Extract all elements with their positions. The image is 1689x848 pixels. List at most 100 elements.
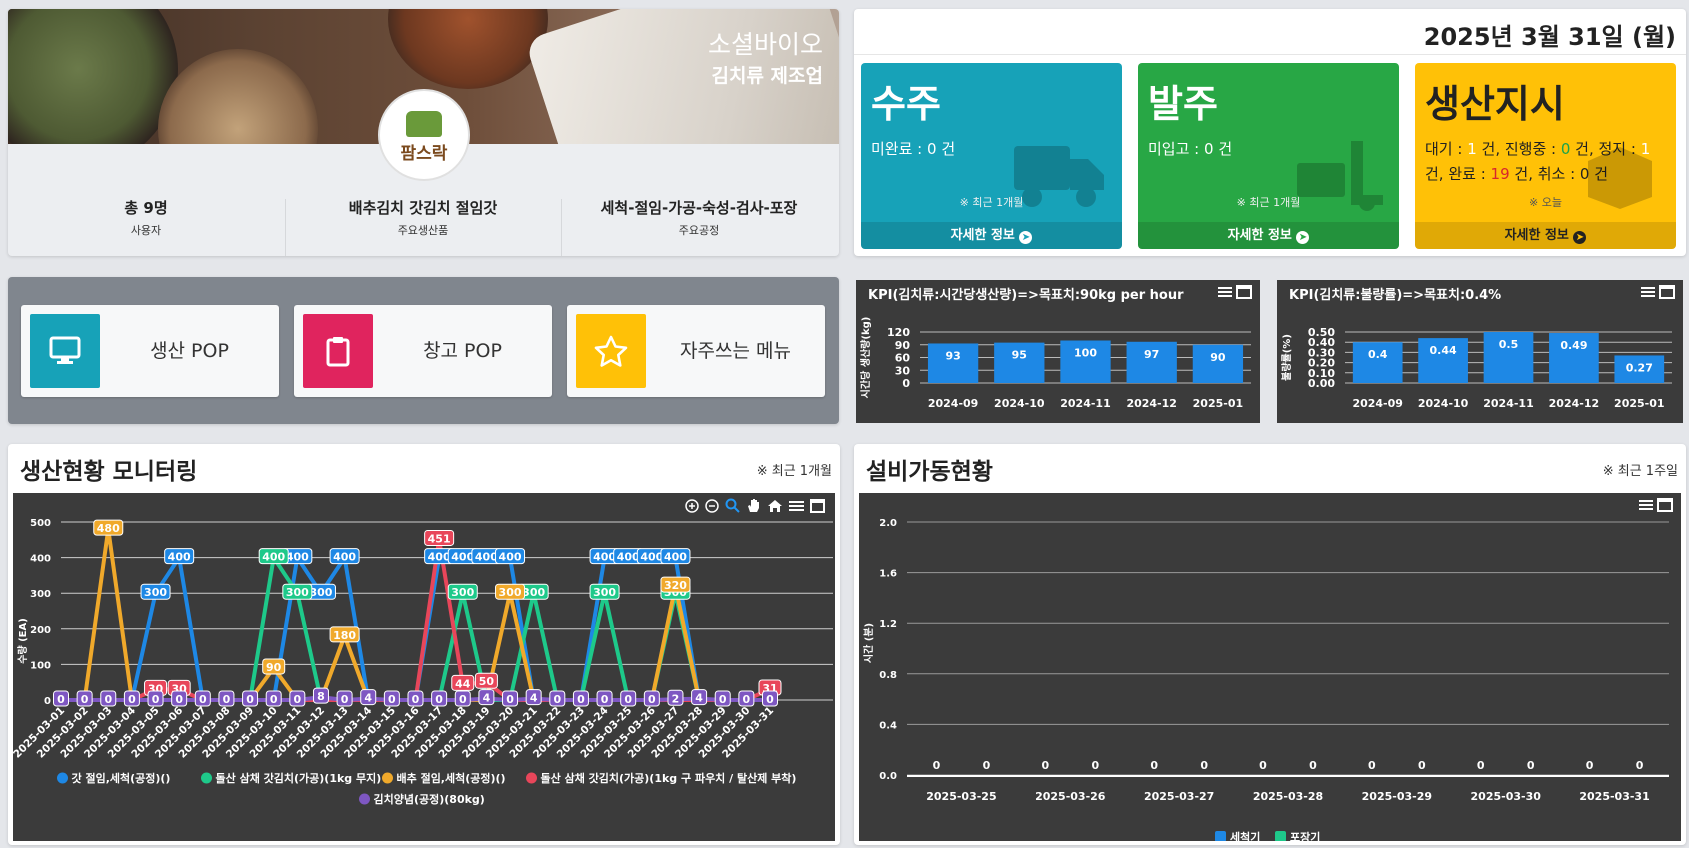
purchase-box: 발주 미입고 : 0 건 ※ 최근 1개월 자세한 정보 ➤ bbox=[1138, 63, 1399, 249]
warehouse-pop-button[interactable]: 창고 POP bbox=[294, 305, 552, 397]
chart-menu-icon[interactable] bbox=[1641, 285, 1675, 299]
purchase-more-link[interactable]: 자세한 정보 ➤ bbox=[1138, 222, 1399, 249]
bar-data-label: 0.4 bbox=[1368, 348, 1388, 361]
data-label: 0 bbox=[648, 693, 656, 706]
progress-label: 건, 진행중 : bbox=[1476, 140, 1561, 158]
wait-label: 대기 : bbox=[1425, 140, 1468, 158]
kimchi-bowl-image bbox=[8, 9, 178, 144]
done-label: 건, 완료 : bbox=[1425, 165, 1491, 183]
chart-menu-icon[interactable] bbox=[1218, 285, 1252, 299]
bar-data-label: 0.27 bbox=[1626, 361, 1653, 374]
panel-note: ※ 최근 1개월 bbox=[756, 464, 832, 479]
legend-marker bbox=[1215, 831, 1226, 841]
bar-data-label: 0.44 bbox=[1430, 344, 1457, 357]
data-label: 0 bbox=[412, 693, 420, 706]
data-label: 300 bbox=[499, 586, 522, 599]
x-tick-label: 2024-11 bbox=[1483, 397, 1534, 410]
data-label: 50 bbox=[479, 675, 495, 688]
bar-data-label: 0 bbox=[1368, 759, 1376, 772]
data-label: 0 bbox=[104, 693, 112, 706]
x-tick-label: 2024-12 bbox=[1126, 397, 1177, 410]
x-tick-label: 2024-10 bbox=[1418, 397, 1469, 410]
data-label: 400 bbox=[428, 551, 451, 564]
bar-data-label: 0 bbox=[1418, 759, 1426, 772]
arrow-circle-right-icon: ➤ bbox=[1573, 231, 1587, 244]
bar-data-label: 0 bbox=[1586, 759, 1594, 772]
purchase-title: 발주 bbox=[1148, 82, 1218, 126]
data-label: 400 bbox=[617, 551, 640, 564]
y-tick-label: 0.10 bbox=[1308, 367, 1335, 380]
bar bbox=[927, 343, 979, 383]
data-label: 400 bbox=[286, 551, 309, 564]
legend-label: 배추 절임,세척(공정)() bbox=[397, 771, 506, 785]
data-label: 0 bbox=[270, 693, 278, 706]
data-label: 0 bbox=[152, 693, 160, 706]
y-tick-label: 0.00 bbox=[1308, 377, 1335, 390]
y-tick-label: 0.0 bbox=[879, 771, 897, 782]
bar-data-label: 0 bbox=[1200, 759, 1208, 772]
bar bbox=[1483, 332, 1534, 383]
data-label: 4 bbox=[364, 692, 372, 705]
legend-marker bbox=[57, 772, 68, 784]
bar-data-label: 95 bbox=[1012, 349, 1027, 362]
chart-title: KPI(김치류:시간당생산량)=>목표치:90kg per hour bbox=[868, 288, 1184, 303]
data-label: 300 bbox=[286, 586, 309, 599]
data-label: 400 bbox=[593, 551, 616, 564]
stat-label: 사용자 bbox=[130, 224, 162, 237]
production-more-link[interactable]: 자세한 정보 ➤ bbox=[1415, 222, 1676, 249]
y-tick-label: 400 bbox=[30, 554, 51, 565]
favorite-menu-button[interactable]: 자주쓰는 메뉴 bbox=[567, 305, 825, 397]
legend-label: 돌산 삼채 갓김치(가공)(1kg 무지) bbox=[216, 771, 382, 785]
order-desc-label: 미완료 : bbox=[871, 140, 927, 158]
y-tick-label: 500 bbox=[30, 518, 51, 529]
bar-data-label: 0 bbox=[933, 759, 941, 772]
data-label: 400 bbox=[499, 551, 522, 564]
purchase-desc: 미입고 : 0 건 bbox=[1148, 137, 1232, 162]
pop-label: 자주쓰는 메뉴 bbox=[680, 340, 791, 362]
bar-data-label: 0 bbox=[1150, 759, 1158, 772]
chart-title: KPI(김치류:불량률)=>목표치:0.4% bbox=[1289, 288, 1502, 303]
data-label: 300 bbox=[144, 586, 167, 599]
data-label: 0 bbox=[199, 693, 207, 706]
company-industry: 김치류 제조업 bbox=[711, 65, 824, 87]
legend-label: 세척기 bbox=[1230, 830, 1260, 841]
y-tick-label: 0 bbox=[44, 696, 51, 707]
x-tick-label: 2024-09 bbox=[928, 397, 979, 410]
equipment-status-panel: 설비가동현황 ※ 최근 1주일 0.0 0.4 0.8 1.2 1.6 2.0 시간 (분)… bbox=[854, 444, 1686, 845]
data-label: 0 bbox=[459, 693, 467, 706]
data-label: 0 bbox=[81, 693, 89, 706]
stat-label: 주요생산품 bbox=[397, 224, 449, 237]
bar bbox=[1418, 338, 1468, 383]
data-label: 0 bbox=[577, 693, 585, 706]
bar bbox=[1614, 355, 1665, 383]
production-pop-button[interactable]: 생산 POP bbox=[21, 305, 279, 397]
production-title: 생산지시 bbox=[1425, 82, 1565, 126]
stat-value: 세척-절임-가공-숙성-검사-포장 bbox=[600, 199, 798, 217]
bar-data-label: 0 bbox=[1309, 759, 1317, 772]
x-tick-label: 2024-11 bbox=[1060, 397, 1111, 410]
data-label: 0 bbox=[246, 693, 254, 706]
data-label: 90 bbox=[266, 661, 282, 674]
order-more-link[interactable]: 자세한 정보 ➤ bbox=[861, 222, 1122, 249]
data-label: 0 bbox=[506, 693, 514, 706]
clipboard-icon bbox=[303, 314, 373, 388]
stat-value: 총 9명 bbox=[124, 199, 168, 217]
x-tick-label: 2024-10 bbox=[994, 397, 1045, 410]
x-tick-label: 2024-09 bbox=[1352, 397, 1403, 410]
company-name-block: 소셜바이오 김치류 제조업 bbox=[708, 25, 823, 88]
company-logo: 팜스락 bbox=[378, 89, 470, 181]
x-tick-label: 2025-03-25 bbox=[926, 790, 996, 803]
bar-data-label: 0.5 bbox=[1499, 338, 1519, 351]
bar-data-label: 0 bbox=[1527, 759, 1535, 772]
y-tick-label: 120 bbox=[887, 326, 910, 339]
data-label: 300 bbox=[522, 586, 545, 599]
purchase-desc-label: 미입고 : bbox=[1148, 140, 1204, 158]
panel-title: 생산현황 모니터링 bbox=[20, 459, 198, 485]
y-tick-label: 1.6 bbox=[879, 569, 897, 580]
y-tick-label: 0.50 bbox=[1308, 326, 1335, 339]
y-axis-label: 수량 (EA) bbox=[17, 618, 29, 664]
progress-count: 0 bbox=[1560, 140, 1571, 158]
data-label: 0 bbox=[766, 693, 774, 706]
data-label: 451 bbox=[428, 532, 451, 545]
pop-panel: 생산 POP 창고 POP 자주쓰는 메뉴 bbox=[8, 277, 839, 424]
